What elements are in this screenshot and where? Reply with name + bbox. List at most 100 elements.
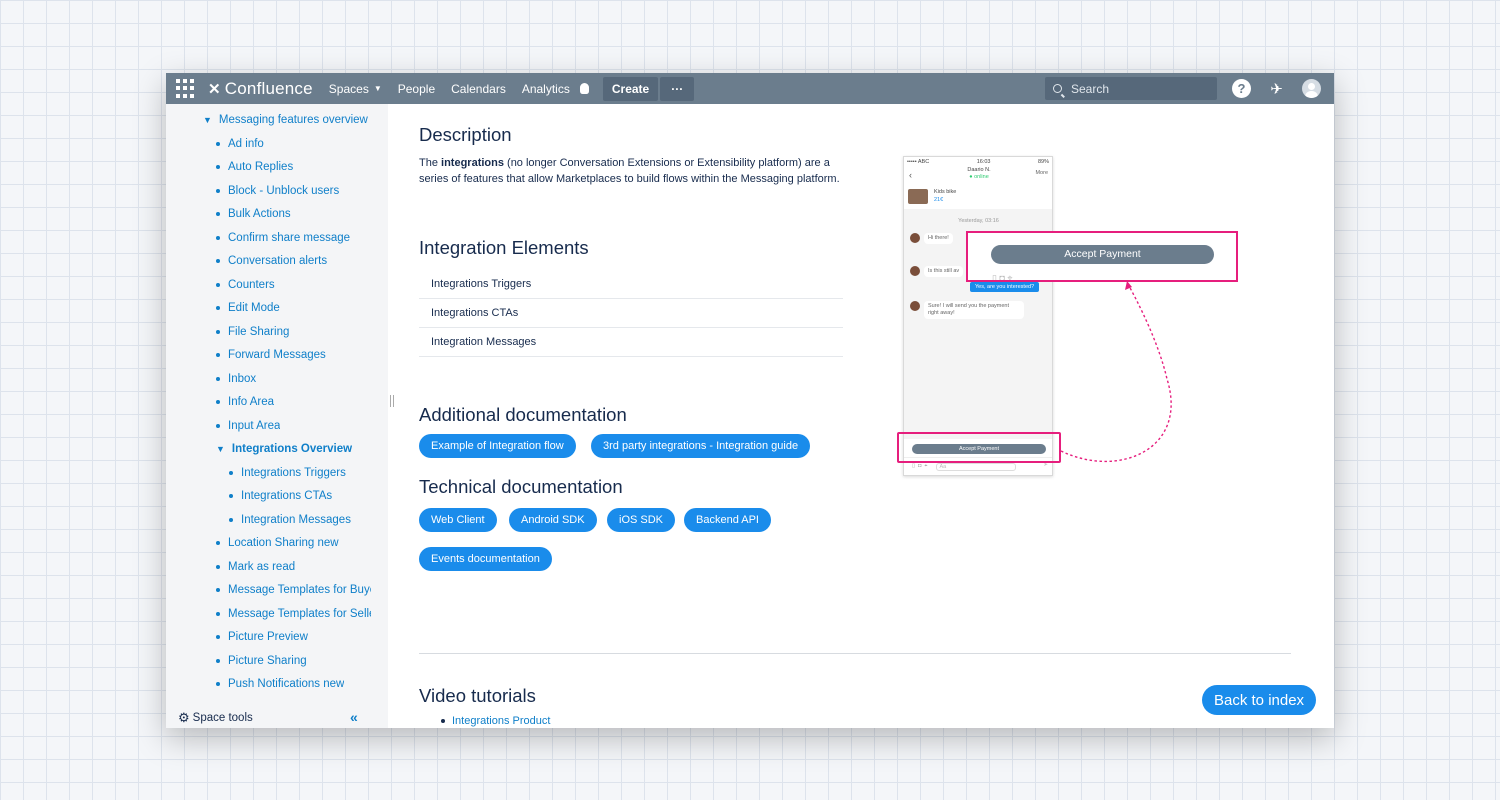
sidebar-item[interactable]: Mark as read bbox=[216, 561, 295, 573]
create-button[interactable]: Create bbox=[602, 76, 659, 101]
sidebar-item[interactable]: Input Area bbox=[216, 420, 280, 432]
nav-spaces[interactable]: Spaces ▼ bbox=[329, 82, 382, 96]
element-row-ctas[interactable]: Integrations CTAs bbox=[419, 299, 843, 328]
phone-chat-date: Yesterday, 03:16 bbox=[958, 218, 999, 224]
phone-avatar bbox=[910, 233, 920, 243]
notifications-icon[interactable]: ✈ bbox=[1267, 79, 1286, 98]
phone-message-1: Hi there! bbox=[910, 233, 953, 244]
integrations-product-link[interactable]: Integrations Product bbox=[452, 715, 550, 727]
phone-input-box: Aa bbox=[936, 462, 1017, 471]
nav-calendars[interactable]: Calendars bbox=[451, 82, 506, 96]
bullet-icon bbox=[216, 188, 220, 193]
search-field[interactable] bbox=[1045, 77, 1217, 100]
backend-api-link[interactable]: Backend API bbox=[684, 508, 771, 532]
phone-ad-price: 21€ bbox=[934, 197, 944, 203]
sidebar-item-label: Forward Messages bbox=[228, 349, 326, 361]
sidebar-item[interactable]: Forward Messages bbox=[216, 349, 326, 361]
bullet-icon bbox=[216, 141, 220, 146]
app-switcher-icon[interactable] bbox=[176, 78, 196, 99]
phone-message-1-text: Hi there! bbox=[924, 233, 953, 244]
sidebar-item-label: Auto Replies bbox=[228, 161, 294, 173]
bullet-icon bbox=[216, 306, 220, 310]
main-content: Description The integrations (no longer … bbox=[419, 104, 1319, 728]
sidebar-item-label: Inbox bbox=[228, 372, 257, 385]
sidebar-item[interactable]: Integrations Triggers bbox=[229, 467, 346, 479]
section-divider bbox=[419, 653, 1291, 654]
sidebar-item[interactable]: Message Templates for Buyers bbox=[216, 584, 371, 596]
sidebar-resize-handle[interactable] bbox=[390, 395, 394, 407]
sidebar-item[interactable]: File Sharing bbox=[216, 326, 289, 338]
element-row-triggers[interactable]: Integrations Triggers bbox=[419, 270, 843, 299]
phone-ad-item: Kids bike 21€ bbox=[908, 186, 1048, 206]
element-row-messages[interactable]: Integration Messages bbox=[419, 328, 843, 357]
nav-people[interactable]: People bbox=[398, 82, 435, 96]
phone-message-2: Is this still av bbox=[910, 266, 964, 277]
user-avatar-icon[interactable] bbox=[1302, 79, 1321, 98]
third-party-guide-link[interactable]: 3rd party integrations - Integration gui… bbox=[591, 434, 811, 458]
bullet-icon bbox=[216, 329, 220, 334]
sidebar-item[interactable]: Picture Preview bbox=[216, 631, 308, 643]
sidebar-item[interactable]: Push Notifications new bbox=[216, 678, 344, 690]
phone-more: More bbox=[1035, 170, 1048, 176]
confluence-window: ✕ Confluence Spaces ▼ People Calendars A… bbox=[166, 73, 1334, 728]
description-text: The integrations (no longer Conversation… bbox=[419, 156, 844, 187]
logo-text: Confluence bbox=[224, 78, 313, 98]
chevron-down-icon[interactable]: ▼ bbox=[203, 115, 212, 125]
phone-mockup: ••••• ABC 16:03 89% ‹ Daario N. ● online… bbox=[903, 156, 1053, 476]
help-icon[interactable]: ? bbox=[1232, 79, 1251, 98]
nav-analytics[interactable]: Analytics bbox=[522, 82, 570, 96]
sidebar-item[interactable]: Confirm share message bbox=[216, 232, 350, 244]
confluence-logo[interactable]: ✕ Confluence bbox=[208, 79, 313, 99]
sidebar-item[interactable]: Ad info bbox=[216, 138, 264, 150]
phone-avatar bbox=[910, 266, 920, 276]
sidebar-item[interactable]: Integration Messages bbox=[229, 514, 351, 526]
bullet-icon bbox=[216, 165, 220, 169]
sidebar-item[interactable]: Conversation alerts bbox=[216, 255, 327, 267]
phone-contact: Daario N. ● online bbox=[954, 167, 1004, 181]
sidebar-item[interactable]: Info Area bbox=[216, 396, 274, 408]
phone-reply-bubble: Yes, are you interested? bbox=[970, 282, 1040, 292]
android-sdk-link[interactable]: Android SDK bbox=[509, 508, 597, 532]
more-button[interactable]: ··· bbox=[660, 76, 695, 101]
sidebar-item[interactable]: Edit Mode bbox=[216, 302, 280, 314]
ios-sdk-link[interactable]: iOS SDK bbox=[607, 508, 676, 532]
sidebar-item-label: Ad info bbox=[228, 137, 264, 150]
sidebar-item-label: Message Templates for Sellers bbox=[228, 607, 371, 620]
sidebar-item[interactable]: ▼ Integrations Overview bbox=[216, 443, 352, 455]
sidebar-item[interactable]: Block - Unblock users bbox=[216, 185, 339, 197]
search-input[interactable] bbox=[1071, 81, 1201, 96]
events-documentation-link[interactable]: Events documentation bbox=[419, 547, 552, 571]
sidebar-item[interactable]: Picture Sharing bbox=[216, 655, 307, 667]
sidebar-item-label: Messaging features overview bbox=[218, 114, 368, 126]
sidebar-item[interactable]: ▼ Messaging features overview bbox=[203, 114, 368, 126]
sidebar-item[interactable]: Message Templates for Sellers bbox=[216, 608, 371, 620]
sidebar-item[interactable]: Location Sharing new bbox=[216, 537, 339, 549]
lightbulb-icon[interactable] bbox=[579, 83, 589, 94]
gear-icon: ⚙ bbox=[178, 710, 190, 725]
collapse-sidebar-icon[interactable]: « bbox=[350, 709, 358, 725]
web-client-link[interactable]: Web Client bbox=[419, 508, 497, 532]
phone-contact-name: Daario N. bbox=[967, 167, 991, 173]
bullet-icon bbox=[216, 564, 220, 569]
sidebar-item-label: Message Templates for Buyers bbox=[228, 584, 371, 596]
sidebar-item-label: Integrations CTAs bbox=[241, 490, 333, 502]
back-to-index-button[interactable]: Back to index bbox=[1202, 685, 1317, 715]
bullet-icon bbox=[216, 212, 220, 216]
bullet-icon bbox=[216, 376, 220, 381]
phone-back-icon: ‹ bbox=[909, 170, 912, 180]
sidebar-item[interactable]: Inbox bbox=[216, 373, 256, 385]
sidebar-item[interactable]: Counters bbox=[216, 279, 275, 291]
space-tools-button[interactable]: ⚙ Space tools bbox=[178, 710, 253, 726]
sidebar-item-label: Location Sharing new bbox=[228, 537, 339, 549]
bullet-icon bbox=[216, 682, 220, 686]
highlight-box-small bbox=[897, 432, 1061, 463]
sidebar-item[interactable]: Bulk Actions bbox=[216, 208, 291, 220]
integration-flow-link[interactable]: Example of Integration flow bbox=[419, 434, 576, 458]
sidebar-item[interactable]: Integrations CTAs bbox=[229, 490, 332, 502]
space-tools-label: Space tools bbox=[192, 712, 253, 724]
phone-contact-status: ● online bbox=[969, 174, 989, 180]
sidebar-item[interactable]: Auto Replies bbox=[216, 161, 293, 173]
chevron-down-icon[interactable]: ▼ bbox=[216, 444, 225, 454]
phone-battery: 89% bbox=[1037, 159, 1049, 165]
bullet-icon bbox=[229, 470, 233, 475]
